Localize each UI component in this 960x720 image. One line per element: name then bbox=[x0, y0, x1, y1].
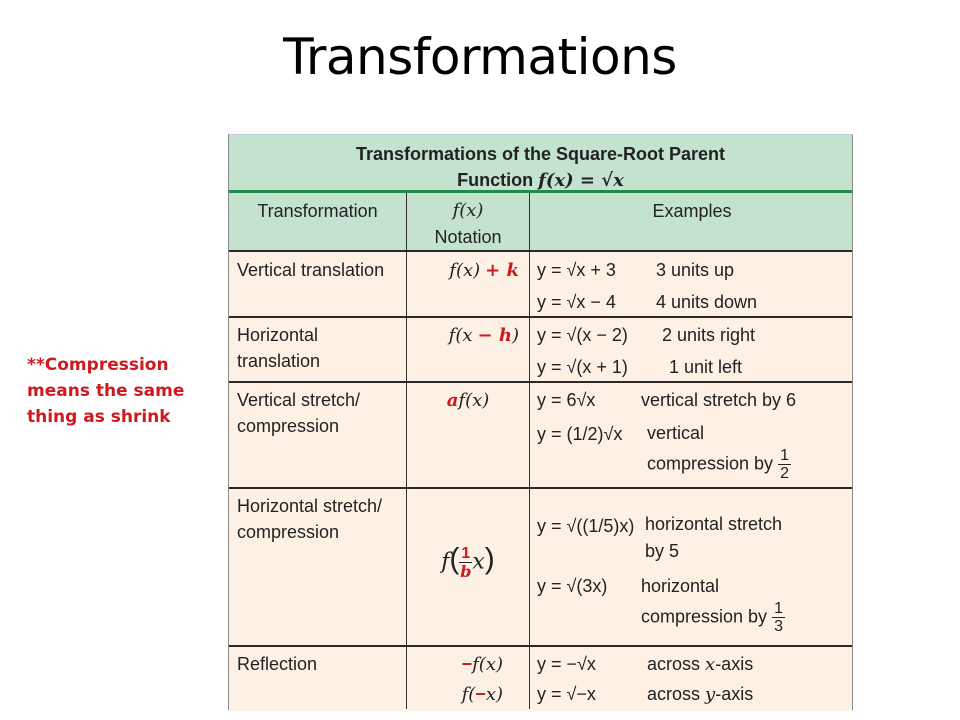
table-caption: Transformations of the Square-Root Paren… bbox=[229, 135, 852, 193]
example-equation: y = √(x − 2) bbox=[537, 325, 628, 345]
notation-cell: f(−x) bbox=[461, 684, 503, 705]
notation-cell: f(x) + k bbox=[449, 260, 519, 281]
fraction: 12 bbox=[778, 447, 791, 482]
caption-line-1: Transformations of the Square-Root Paren… bbox=[355, 144, 726, 164]
header-examples: Examples bbox=[652, 201, 732, 221]
column-divider bbox=[406, 193, 407, 709]
example-description: 2 units right bbox=[662, 325, 756, 345]
caption-math: f(x) = √x bbox=[538, 170, 624, 191]
example-description-line2: compression by 13 bbox=[641, 600, 785, 635]
example-description-line2: compression by 12 bbox=[647, 447, 791, 482]
row-divider bbox=[229, 381, 852, 383]
example-description-line1: vertical bbox=[647, 423, 705, 443]
example-equation: y = −√x bbox=[537, 654, 596, 674]
example-equation: y = √−x bbox=[537, 684, 596, 704]
row-divider bbox=[229, 645, 852, 647]
example-description-line2: by 5 bbox=[645, 541, 680, 561]
example-equation: y = √((1/5)x) bbox=[537, 516, 635, 536]
notation-cell: f(x − h) bbox=[448, 325, 519, 346]
example-description: 1 unit left bbox=[669, 357, 743, 377]
example-equation: y = √x + 3 bbox=[537, 260, 616, 280]
slide-title: Transformations bbox=[283, 28, 677, 86]
compression-note: **Compression means the same thing as sh… bbox=[27, 355, 185, 427]
header-transformation: Transformation bbox=[257, 201, 378, 221]
example-equation: y = √x − 4 bbox=[537, 292, 616, 312]
row-label: Vertical translation bbox=[237, 260, 385, 280]
row-label: Horizontal stretch/ compression bbox=[237, 496, 383, 542]
example-equation: y = (1/2)√x bbox=[537, 424, 623, 444]
notation-cell: f(1 b x) bbox=[441, 542, 495, 581]
notation-cell: af(x) bbox=[446, 390, 490, 411]
fraction: 13 bbox=[772, 600, 785, 635]
row-divider bbox=[229, 487, 852, 489]
example-description: vertical stretch by 6 bbox=[641, 390, 797, 410]
example-equation: y = √(x + 1) bbox=[537, 357, 628, 377]
example-description-line1: horizontal stretch bbox=[645, 514, 783, 534]
notation-cell: −f(x) bbox=[461, 654, 503, 675]
row-label: Reflection bbox=[237, 654, 318, 674]
row-divider bbox=[229, 250, 852, 252]
example-equation: y = √(3x) bbox=[537, 576, 608, 596]
example-description: across y-axis bbox=[647, 684, 754, 705]
row-label: Vertical stretch/ compression bbox=[237, 390, 361, 436]
transformations-table: Transformations of the Square-Root Paren… bbox=[228, 134, 853, 711]
example-description: 3 units up bbox=[656, 260, 735, 280]
row-divider bbox=[229, 316, 852, 318]
fraction: 1b bbox=[459, 545, 473, 581]
example-description: 4 units down bbox=[656, 292, 758, 312]
row-label: Horizontal translation bbox=[237, 325, 321, 371]
example-description: across x-axis bbox=[647, 654, 754, 675]
caption-line-2: Function f(x) = √x bbox=[457, 170, 624, 191]
header-notation: f(x) Notation bbox=[434, 200, 502, 247]
example-equation: y = 6√x bbox=[537, 390, 596, 410]
example-description-line1: horizontal bbox=[641, 576, 720, 596]
column-divider bbox=[529, 193, 530, 709]
